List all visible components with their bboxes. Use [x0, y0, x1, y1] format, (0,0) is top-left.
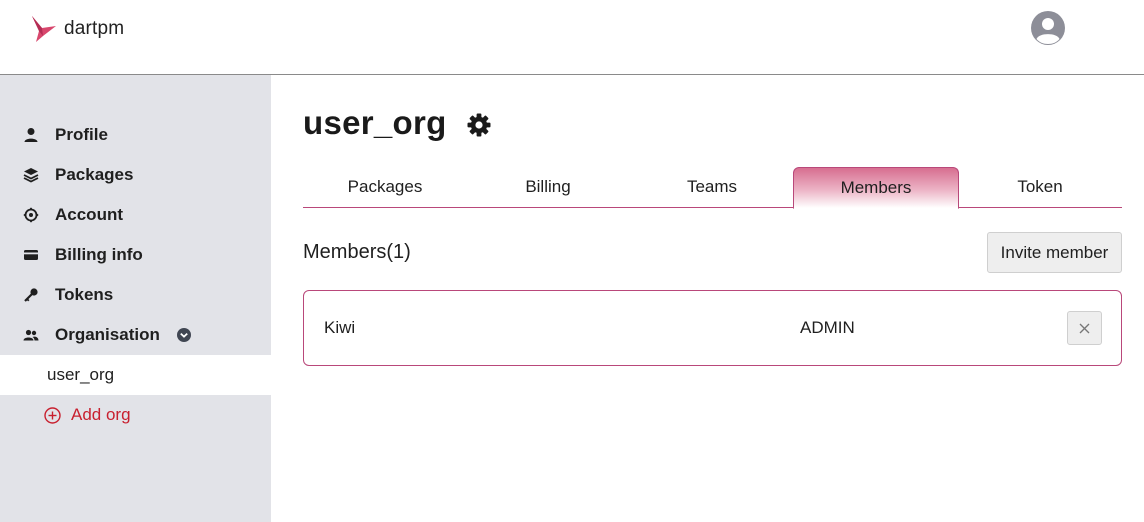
sidebar-item-billing-info[interactable]: Billing info — [0, 235, 271, 275]
sidebar-item-tokens[interactable]: Tokens — [0, 275, 271, 315]
sidebar-item-label: Tokens — [55, 285, 114, 304]
tab-billing[interactable]: Billing — [466, 167, 630, 208]
member-name: Kiwi — [324, 318, 356, 337]
brand[interactable]: dartpm — [30, 14, 124, 44]
page-title: user_org — [303, 104, 447, 141]
member-role: ADMIN — [800, 318, 855, 337]
user-avatar-icon[interactable] — [1030, 10, 1066, 46]
gear-icon[interactable] — [466, 112, 492, 138]
add-circle-icon — [44, 407, 61, 424]
top-bar: dartpm — [0, 0, 1144, 75]
close-icon — [1079, 323, 1090, 334]
sidebar-item-profile[interactable]: Profile — [0, 115, 271, 155]
sidebar-item-label: Packages — [55, 165, 134, 184]
remove-member-button[interactable] — [1067, 311, 1102, 345]
sidebar: Profile Packages Account Billing info To… — [0, 75, 271, 522]
dartpm-logo-icon — [32, 16, 56, 42]
sidebar-item-account[interactable]: Account — [0, 195, 271, 235]
sidebar-item-label: Account — [55, 205, 123, 224]
sidebar-item-label: Organisation — [55, 325, 160, 344]
brand-name: dartpm — [64, 18, 125, 39]
people-icon — [23, 329, 39, 341]
add-org-label: Add org — [71, 405, 131, 424]
person-icon — [24, 128, 38, 142]
sidebar-item-organisation[interactable]: Organisation — [0, 315, 271, 355]
tab-teams[interactable]: Teams — [630, 167, 794, 208]
sidebar-org-item-user-org[interactable]: user_org — [0, 355, 271, 395]
account-gear-icon — [23, 207, 39, 223]
sidebar-item-label: Profile — [55, 125, 108, 144]
credit-card-icon — [24, 250, 38, 260]
org-tabs: Packages Billing Teams Members Token — [303, 167, 1122, 209]
member-row: Kiwi ADMIN — [303, 290, 1122, 366]
layers-icon — [23, 168, 39, 183]
invite-member-button[interactable]: Invite member — [987, 232, 1122, 273]
add-org-link[interactable]: Add org — [0, 395, 271, 435]
tab-packages[interactable]: Packages — [303, 167, 467, 208]
tab-members[interactable]: Members — [793, 167, 959, 209]
sidebar-org-label: user_org — [47, 365, 115, 384]
members-heading: Members(1) — [303, 241, 411, 263]
tab-token[interactable]: Token — [958, 167, 1122, 208]
sidebar-item-packages[interactable]: Packages — [0, 155, 271, 195]
chevron-down-icon[interactable] — [176, 327, 192, 343]
key-icon — [24, 288, 38, 302]
sidebar-item-label: Billing info — [55, 245, 143, 264]
